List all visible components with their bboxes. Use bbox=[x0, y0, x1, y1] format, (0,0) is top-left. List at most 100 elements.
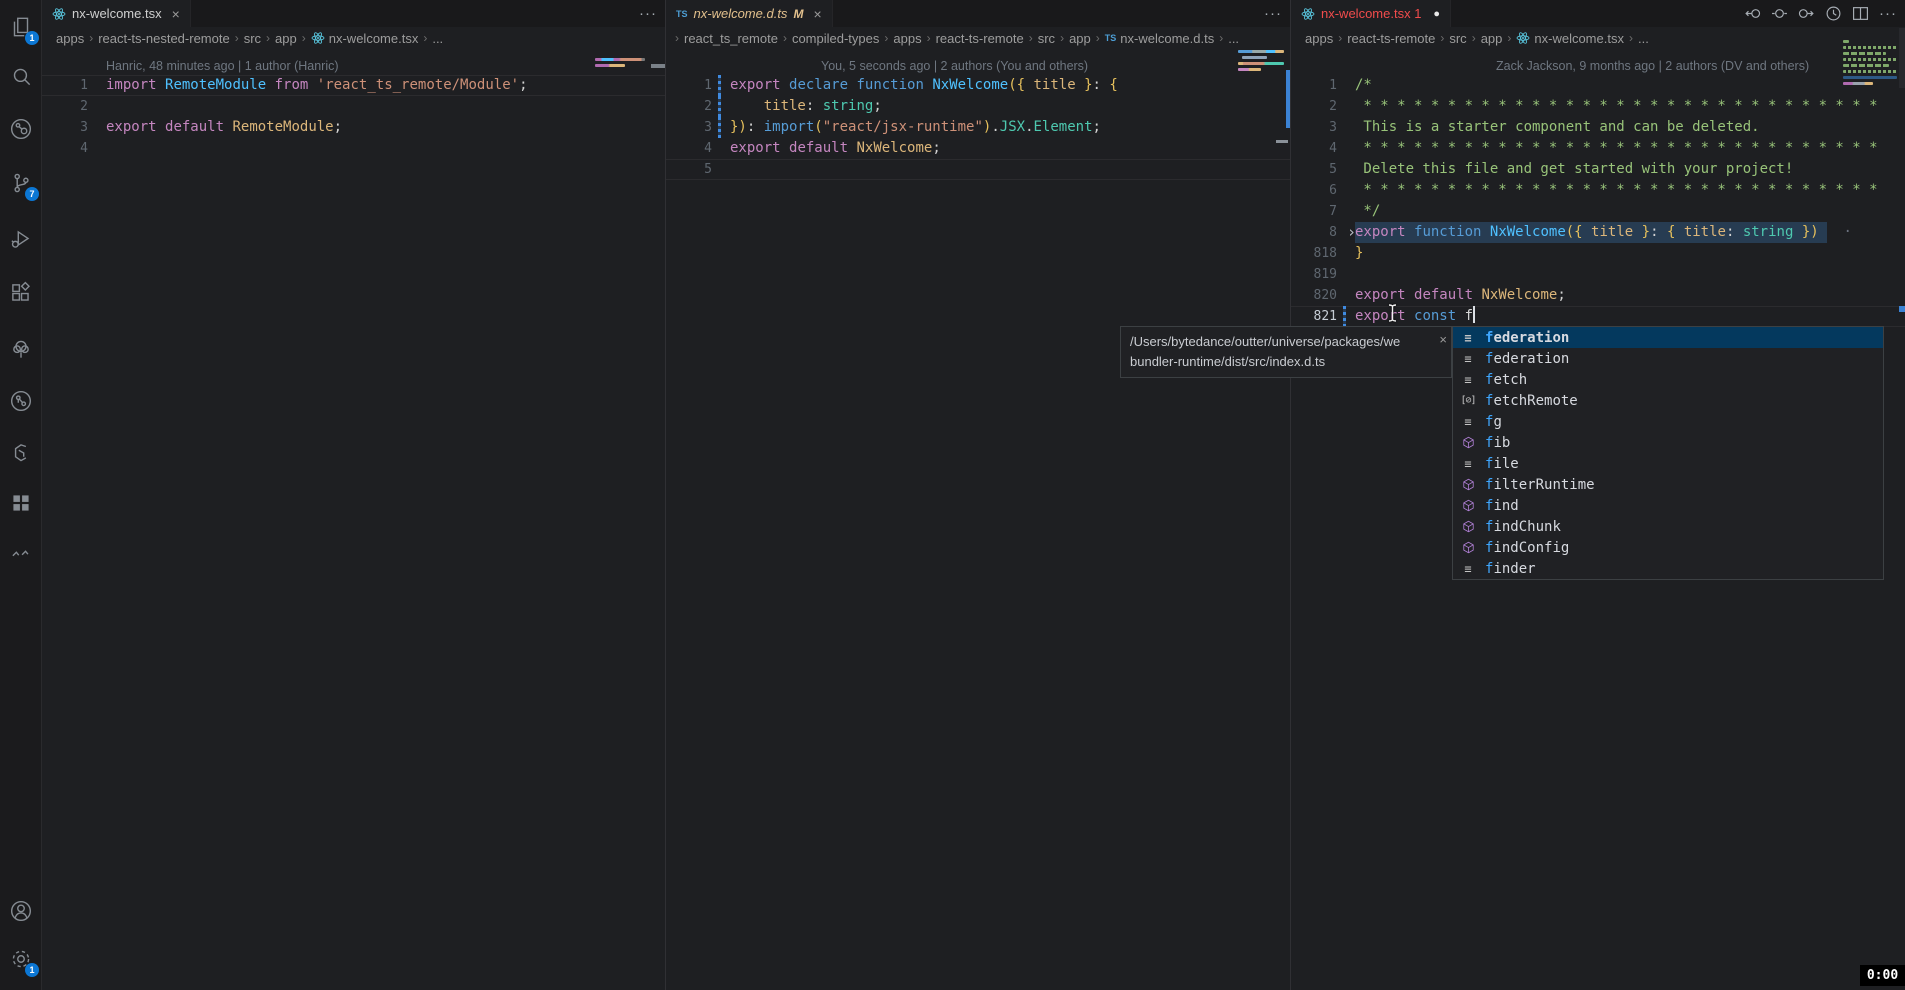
suggestion-item[interactable]: findConfig bbox=[1453, 537, 1883, 558]
code-line[interactable]: 2 bbox=[42, 96, 665, 117]
suggestion-item[interactable]: ≡file bbox=[1453, 453, 1883, 474]
code-line[interactable]: 3export default RemoteModule; bbox=[42, 117, 665, 138]
suggestion-item[interactable]: ≡finder bbox=[1453, 558, 1883, 579]
accounts-icon[interactable] bbox=[0, 890, 42, 932]
more-actions-icon[interactable]: ··· bbox=[1879, 5, 1897, 22]
close-tab-icon[interactable]: × bbox=[172, 6, 180, 22]
timeline-history-icon[interactable] bbox=[1825, 5, 1842, 22]
code-line[interactable]: 819 bbox=[1291, 264, 1905, 285]
overview-ruler-modified[interactable] bbox=[1899, 306, 1905, 312]
suggestion-item[interactable]: fib bbox=[1453, 432, 1883, 453]
suggestion-item[interactable]: ≡fg bbox=[1453, 411, 1883, 432]
reference-suggestion-icon: [⊘] bbox=[1459, 395, 1477, 406]
git-graph-icon[interactable] bbox=[0, 380, 42, 422]
minimap[interactable] bbox=[1238, 50, 1284, 74]
gitlens-icon[interactable] bbox=[0, 108, 42, 150]
breadcrumb-item[interactable]: src bbox=[1449, 31, 1466, 46]
code-line[interactable]: 818} bbox=[1291, 243, 1905, 264]
code-line[interactable]: 821export const f bbox=[1291, 306, 1905, 327]
tab-nx-welcome-tsx-1[interactable]: nx-welcome.tsx 1 ● bbox=[1291, 0, 1451, 27]
settings-icon[interactable]: 1 bbox=[0, 938, 42, 980]
code-line[interactable]: 820export default NxWelcome; bbox=[1291, 285, 1905, 306]
code-editor[interactable]: 1import RemoteModule from 'react_ts_remo… bbox=[42, 75, 665, 159]
fold-chevron-icon[interactable]: › bbox=[1347, 222, 1356, 243]
breadcrumb-item[interactable]: src bbox=[1038, 31, 1055, 46]
unsaved-dot-icon[interactable]: ● bbox=[1433, 8, 1440, 20]
source-control-icon[interactable]: 7 bbox=[0, 162, 42, 204]
search-icon[interactable] bbox=[0, 56, 42, 98]
suggestion-item[interactable]: [⊘]fetchRemote bbox=[1453, 390, 1883, 411]
breadcrumb-item[interactable]: TSnx-welcome.d.ts bbox=[1105, 31, 1214, 46]
code-editor[interactable]: 1export declare function NxWelcome({ tit… bbox=[666, 75, 1290, 180]
minimap[interactable] bbox=[595, 58, 645, 70]
suggestion-item[interactable]: findChunk bbox=[1453, 516, 1883, 537]
nx-console-icon[interactable] bbox=[0, 432, 42, 474]
explorer-icon[interactable]: 1 bbox=[0, 6, 42, 48]
run-debug-icon[interactable] bbox=[0, 218, 42, 260]
suggestion-item[interactable]: ≡federation bbox=[1453, 327, 1883, 348]
breadcrumb-item[interactable]: ... bbox=[1638, 31, 1649, 46]
breadcrumb-item[interactable]: ... bbox=[1228, 31, 1239, 46]
breadcrumb-item[interactable]: app bbox=[1481, 31, 1503, 46]
breadcrumb: apps›react-ts-remote›src›app›nx-welcome.… bbox=[1291, 27, 1905, 49]
line-number: 5 bbox=[666, 159, 730, 180]
code-line[interactable]: 4 * * * * * * * * * * * * * * * * * * * … bbox=[1291, 138, 1905, 159]
code-line[interactable]: 1export declare function NxWelcome({ tit… bbox=[666, 75, 1290, 96]
suggestion-label: findConfig bbox=[1485, 540, 1569, 556]
code-line[interactable]: 1import RemoteModule from 'react_ts_remo… bbox=[42, 75, 665, 96]
code-line[interactable]: 8›export function NxWelcome({ title }: {… bbox=[1291, 222, 1905, 243]
suggestion-item[interactable]: find bbox=[1453, 495, 1883, 516]
code-editor[interactable]: 1/*2 * * * * * * * * * * * * * * * * * *… bbox=[1291, 75, 1905, 327]
code-line[interactable]: 1/* bbox=[1291, 75, 1905, 96]
breadcrumb-item[interactable]: compiled-types bbox=[792, 31, 879, 46]
suggestion-item[interactable]: ≡federation bbox=[1453, 348, 1883, 369]
suggestion-item[interactable]: ≡fetch bbox=[1453, 369, 1883, 390]
overview-ruler-cursor[interactable] bbox=[1276, 140, 1288, 143]
breadcrumb-separator: › bbox=[675, 31, 679, 45]
previous-change-icon[interactable] bbox=[1744, 5, 1761, 22]
breadcrumb-item[interactable]: ... bbox=[432, 31, 443, 46]
close-tab-icon[interactable]: × bbox=[813, 6, 821, 22]
breadcrumb-item[interactable]: react-ts-nested-remote bbox=[98, 31, 230, 46]
code-line[interactable]: 2 title: string; bbox=[666, 96, 1290, 117]
tab-nx-welcome-dts[interactable]: TS nx-welcome.d.ts M × bbox=[666, 0, 833, 27]
more-actions-icon[interactable]: ··· bbox=[1264, 5, 1282, 22]
squiggle-extension-icon[interactable] bbox=[0, 532, 42, 574]
code-line[interactable]: 5 bbox=[666, 159, 1290, 180]
tab-nx-welcome-tsx[interactable]: nx-welcome.tsx × bbox=[42, 0, 191, 27]
code-line[interactable]: 6 * * * * * * * * * * * * * * * * * * * … bbox=[1291, 180, 1905, 201]
breadcrumb-item[interactable]: react-ts-remote bbox=[936, 31, 1024, 46]
breadcrumb-item[interactable]: react-ts-remote bbox=[1347, 31, 1435, 46]
breadcrumb-item[interactable]: nx-welcome.tsx bbox=[311, 31, 419, 46]
code-line[interactable]: 3}): import("react/jsx-runtime").JSX.Ele… bbox=[666, 117, 1290, 138]
suggestion-item[interactable]: filterRuntime bbox=[1453, 474, 1883, 495]
breadcrumb-item[interactable]: apps bbox=[56, 31, 84, 46]
code-line[interactable]: 3 This is a starter component and can be… bbox=[1291, 117, 1905, 138]
grid-extension-icon[interactable] bbox=[0, 482, 42, 524]
minimap[interactable] bbox=[1843, 40, 1897, 88]
git-modified-gutter-marker bbox=[718, 75, 721, 96]
scrollbar[interactable] bbox=[1899, 28, 1905, 88]
tree-extension-icon[interactable] bbox=[0, 328, 42, 370]
next-change-icon[interactable] bbox=[1798, 5, 1815, 22]
breadcrumb-item[interactable]: apps bbox=[1305, 31, 1333, 46]
extensions-icon[interactable] bbox=[0, 272, 42, 314]
method-suggestion-icon bbox=[1459, 499, 1477, 512]
split-editor-icon[interactable] bbox=[1852, 5, 1869, 22]
breadcrumb-item[interactable]: src bbox=[244, 31, 261, 46]
breadcrumb-item[interactable]: app bbox=[275, 31, 297, 46]
code-line[interactable]: 2 * * * * * * * * * * * * * * * * * * * … bbox=[1291, 96, 1905, 117]
code-line[interactable]: 4 bbox=[42, 138, 665, 159]
code-line[interactable]: 4export default NxWelcome; bbox=[666, 138, 1290, 159]
breadcrumb-item[interactable]: react_ts_remote bbox=[684, 31, 778, 46]
breadcrumb-item[interactable]: nx-welcome.tsx bbox=[1516, 31, 1624, 46]
breadcrumb-item[interactable]: apps bbox=[893, 31, 921, 46]
open-changes-icon[interactable] bbox=[1771, 5, 1788, 22]
typescript-file-icon: TS bbox=[676, 9, 688, 19]
code-line[interactable]: 5 Delete this file and get started with … bbox=[1291, 159, 1905, 180]
close-tooltip-icon[interactable]: × bbox=[1439, 330, 1447, 350]
breadcrumb-item[interactable]: app bbox=[1069, 31, 1091, 46]
overview-ruler-marker[interactable] bbox=[651, 64, 665, 68]
more-actions-icon[interactable]: ··· bbox=[639, 5, 657, 22]
code-line[interactable]: 7 */ bbox=[1291, 201, 1905, 222]
